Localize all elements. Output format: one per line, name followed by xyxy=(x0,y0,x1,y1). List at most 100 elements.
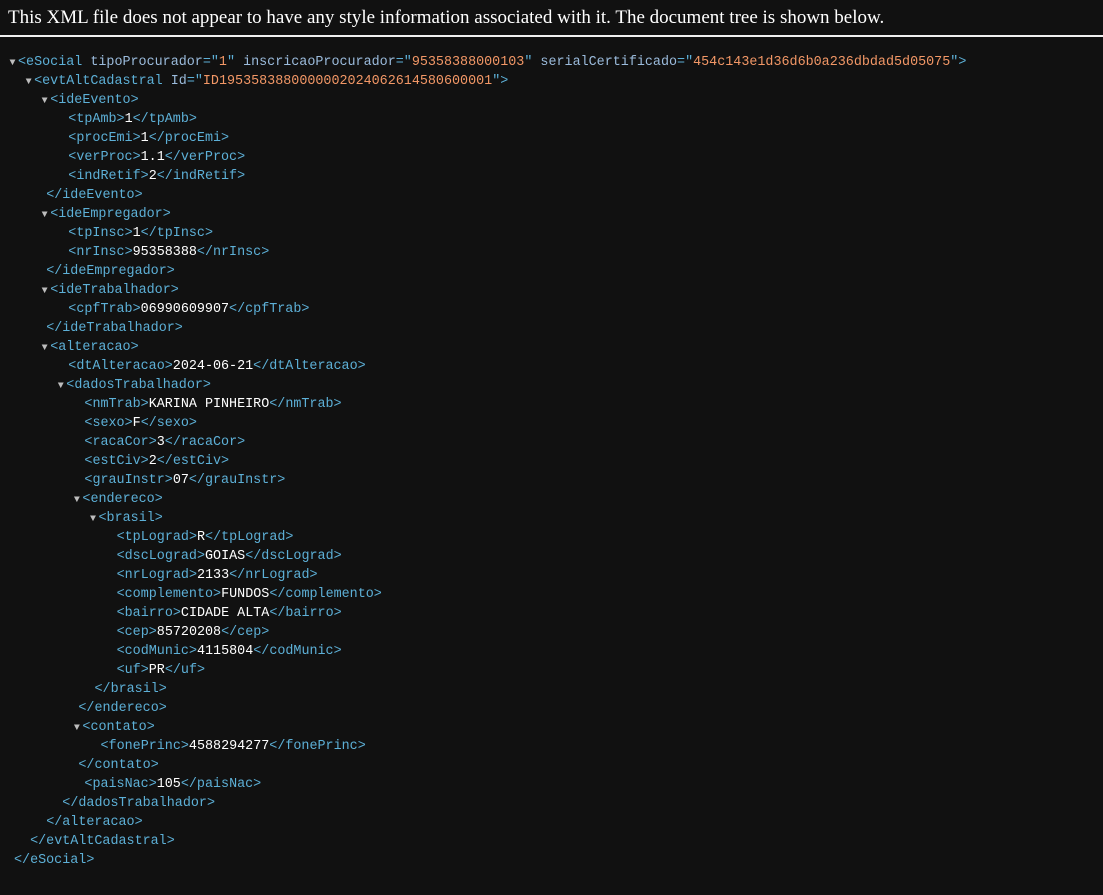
element-name: racaCor xyxy=(180,435,238,450)
element-name: tpLograd xyxy=(221,530,286,545)
tag-punctuation: > xyxy=(188,644,197,659)
tag-punctuation: > xyxy=(146,720,155,735)
element-name: ideEvento xyxy=(58,93,131,108)
xml-leaf-element: <cpfTrab>06990609907</cpfTrab> xyxy=(0,300,966,319)
collapse-toggle-icon[interactable]: ▼ xyxy=(88,510,99,529)
element-text: KARINA PINHEIRO xyxy=(148,397,270,412)
collapse-toggle-icon[interactable]: ▼ xyxy=(71,491,82,510)
element-name: dscLograd xyxy=(124,549,197,564)
element-name: cep xyxy=(124,625,149,640)
tag-punctuation: </ xyxy=(221,625,238,640)
esocial-open: ▼ <eSocial tipoProcurador="1" inscricaoPr… xyxy=(0,53,966,72)
tag-punctuation: > xyxy=(277,473,286,488)
xml-leaf-element: <codMunic>4115804</codMunic> xyxy=(0,642,966,661)
tag-punctuation: </ xyxy=(196,245,213,260)
element-text: 95358388 xyxy=(132,245,197,260)
element-name: uf xyxy=(124,663,141,678)
tag-punctuation: </ xyxy=(46,815,63,830)
element-text: PR xyxy=(148,663,165,678)
tag-punctuation: < xyxy=(116,663,125,678)
collapse-toggle-icon[interactable]: ▼ xyxy=(39,282,50,301)
tag-punctuation: </ xyxy=(229,568,246,583)
tag-punctuation: > xyxy=(357,739,366,754)
tag-punctuation: > xyxy=(166,834,175,849)
element-name: ideEmpregador xyxy=(62,264,167,279)
element-name: bairro xyxy=(124,606,173,621)
tag-punctuation: < xyxy=(98,511,107,526)
element-name: ideEmpregador xyxy=(58,207,163,222)
tag-punctuation: < xyxy=(34,74,43,89)
element-name: grauInstr xyxy=(204,473,278,488)
tag-punctuation: </ xyxy=(269,397,286,412)
element-name: paisNac xyxy=(196,777,254,792)
tag-punctuation: " xyxy=(226,55,236,70)
tag-punctuation: < xyxy=(116,625,125,640)
xml-style-notice: This XML file does not appear to have an… xyxy=(8,7,885,28)
tag-punctuation: > xyxy=(124,416,133,431)
tag-punctuation: > xyxy=(130,93,139,108)
collapse-toggle-icon[interactable]: ▼ xyxy=(39,206,50,225)
tag-punctuation: </ xyxy=(30,834,47,849)
element-name: sexo xyxy=(92,416,125,431)
alteracao-open: ▼ <alteracao> xyxy=(0,338,966,357)
tag-punctuation: < xyxy=(116,549,125,564)
collapse-toggle-icon[interactable]: ▼ xyxy=(39,339,50,358)
element-name: grauInstr xyxy=(92,473,165,488)
contato-open: ▼ <contato> xyxy=(0,718,966,737)
element-name: cep xyxy=(237,625,262,640)
tag-punctuation: </ xyxy=(269,587,286,602)
element-name: brasil xyxy=(106,511,155,526)
tag-punctuation: =" xyxy=(677,55,694,70)
xml-leaf-element: <nmTrab>KARINA PINHEIRO</nmTrab> xyxy=(0,395,966,414)
collapse-toggle-icon[interactable]: ▼ xyxy=(39,92,50,111)
tag-punctuation: > xyxy=(180,739,189,754)
element-name: dtAlteracao xyxy=(269,359,358,374)
tag-punctuation: </ xyxy=(78,701,95,716)
tag-punctuation: > xyxy=(86,853,95,868)
collapse-toggle-icon[interactable]: ▼ xyxy=(23,73,34,92)
ide-trabalhador-open: ▼ <ideTrabalhador> xyxy=(0,281,966,300)
tag-punctuation: </ xyxy=(156,169,173,184)
tag-punctuation: </ xyxy=(132,112,149,127)
attribute-name: inscricaoProcurador xyxy=(243,55,396,70)
tag-punctuation: > xyxy=(333,397,342,412)
element-name: dadosTrabalhador xyxy=(78,796,207,811)
tag-punctuation: </ xyxy=(269,606,286,621)
element-name: tpAmb xyxy=(76,112,117,127)
tag-punctuation: > xyxy=(164,359,173,374)
element-name: tpLograd xyxy=(124,530,189,545)
element-name: estCiv xyxy=(92,454,141,469)
element-name: brasil xyxy=(110,682,159,697)
attribute-name: serialCertificado xyxy=(540,55,678,70)
tag-punctuation: > xyxy=(261,245,270,260)
element-name: nrLograd xyxy=(245,568,310,583)
xml-leaf-element: <procEmi>1</procEmi> xyxy=(0,129,966,148)
tag-punctuation: > xyxy=(140,169,149,184)
xml-leaf-element: <uf>PR</uf> xyxy=(0,661,966,680)
element-text: 1 xyxy=(132,226,141,241)
brasil-open: ▼ <brasil> xyxy=(0,509,966,528)
collapse-toggle-icon[interactable]: ▼ xyxy=(7,54,18,73)
element-name: nmTrab xyxy=(92,397,141,412)
tag-punctuation: </ xyxy=(164,435,181,450)
collapse-toggle-icon[interactable]: ▼ xyxy=(55,377,66,396)
tag-punctuation: > xyxy=(116,112,125,127)
tag-punctuation: < xyxy=(18,55,27,70)
tag-punctuation: > xyxy=(333,606,342,621)
tag-punctuation: > xyxy=(124,226,133,241)
xml-leaf-element: <tpAmb>1</tpAmb> xyxy=(0,110,966,129)
attribute-name: Id xyxy=(170,74,187,89)
element-text: FUNDOS xyxy=(221,587,270,602)
endereco-close: </endereco> xyxy=(0,699,966,718)
evt-alt-cadastral-close: </evtAltCadastral> xyxy=(0,832,966,851)
tag-punctuation: > xyxy=(206,796,215,811)
tag-punctuation: > xyxy=(148,777,157,792)
xml-leaf-element: <bairro>CIDADE ALTA</bairro> xyxy=(0,604,966,623)
element-text: R xyxy=(196,530,206,545)
element-name: dadosTrabalhador xyxy=(74,378,203,393)
tag-punctuation: </ xyxy=(78,758,95,773)
tag-punctuation: </ xyxy=(205,530,222,545)
collapse-toggle-icon[interactable]: ▼ xyxy=(71,719,82,738)
tag-punctuation: > xyxy=(148,435,157,450)
tag-punctuation: > xyxy=(357,359,366,374)
